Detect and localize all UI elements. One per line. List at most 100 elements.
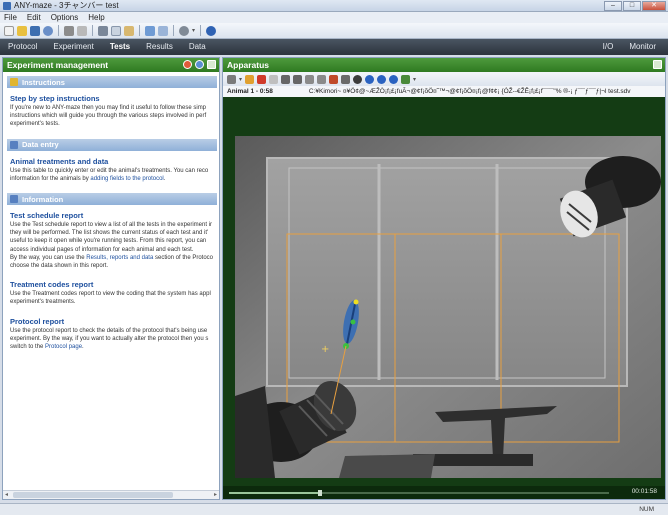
copy-icon[interactable] [111,25,121,36]
item-text: Use this table to quickly enter or edit … [10,167,209,174]
forward-icon[interactable] [377,74,387,84]
toolbar-separator [139,25,140,36]
print-icon[interactable] [64,25,74,36]
tab-io[interactable]: I/O [595,39,622,55]
num-lock-indicator: NUM [639,506,654,513]
tab-data[interactable]: Data [181,39,214,55]
tab-monitor[interactable]: Monitor [621,39,664,55]
print-preview-icon[interactable] [77,25,87,36]
chevron-down-icon[interactable]: ▾ [413,76,416,83]
menu-options[interactable]: Options [51,13,79,22]
window-icon[interactable] [207,60,216,69]
chevron-down-icon[interactable]: ▾ [239,76,242,83]
treatment-codes-link[interactable]: Treatment codes report [10,280,215,289]
menu-edit[interactable]: Edit [27,13,41,22]
window-title: ANY-maze - 3チャンバー test [14,1,119,10]
record-icon[interactable] [269,74,279,84]
open-icon[interactable] [17,25,27,36]
video-time: 00:01:58 [631,488,657,495]
move-icon[interactable] [305,74,315,84]
tab-results[interactable]: Results [138,39,181,55]
item-text: experiment's treatments. [10,299,76,306]
stop-icon[interactable] [257,74,267,84]
progress-knob[interactable] [318,490,323,496]
play-icon[interactable] [227,74,236,84]
skip-icon[interactable] [389,74,399,84]
save-icon[interactable] [30,25,40,36]
refresh-icon[interactable] [401,74,411,84]
record-icon[interactable] [353,74,363,84]
cut-icon[interactable] [98,25,108,36]
item-text: switch to the Protocol page. [10,343,215,351]
item-text: Use the Test schedule report to view a l… [10,222,212,229]
test-schedule-link[interactable]: Test schedule report [10,211,215,220]
camera-icon[interactable] [341,74,351,84]
experiment-management-pane: Experiment management Instructions Step … [2,57,220,500]
paste-icon[interactable] [124,25,134,36]
file-path: C:¥Kimori~ ¤¥Ö¢@~ÆŽÒ¡f¡£¡fuÃ¬@¢f¡õÖ¤˜™¬@… [308,88,631,95]
report-icon[interactable] [145,25,155,36]
list-item: Step by step instructions If you're new … [10,94,215,129]
scroll-right-icon[interactable]: ▸ [214,491,217,498]
info-icon[interactable] [195,60,204,69]
animal-label: Animal 1 - 0:58 [227,88,273,95]
video-progress-bar[interactable]: 00:01:58 [223,486,665,499]
crosshair-icon[interactable] [317,74,327,84]
add-fields-link[interactable]: adding fields to the protocol [90,176,163,182]
refresh-icon[interactable] [183,60,192,69]
section-header-instructions[interactable]: Instructions [7,76,217,88]
lightbulb-icon [10,78,18,86]
pane-header-icons [183,60,216,69]
new-icon[interactable] [4,25,14,36]
protocol-page-link[interactable]: Protocol page [45,344,82,350]
pane-title: Apparatus [227,60,270,70]
section-header-information[interactable]: Information [7,193,217,206]
minimize-button[interactable]: ‒ [604,1,622,11]
arena-video: + [235,136,661,478]
window-icon[interactable] [653,60,662,69]
shadow-bottom [339,454,435,478]
help-icon[interactable] [206,25,217,36]
export-icon[interactable] [158,25,168,36]
menu-file[interactable]: File [4,13,17,22]
scrollbar-thumb[interactable] [13,492,173,498]
toolbar-separator [58,25,59,36]
tab-experiment[interactable]: Experiment [45,39,101,55]
undo-icon[interactable] [281,74,291,84]
tab-tests[interactable]: Tests [102,39,138,55]
item-text: choose the data shown in this report. [10,263,109,270]
settings-icon[interactable] [179,25,189,36]
list-item: Protocol report Use the protocol report … [10,317,215,352]
animal-treatments-link[interactable]: Animal treatments and data [10,157,215,166]
protocol-report-link[interactable]: Protocol report [10,317,215,326]
apparatus-pane: Apparatus ▾ ▾ Animal 1 - 0:58 C:¥Kimori~… [222,57,666,500]
toolbar-separator [200,25,202,36]
item-text: By the way, you can use the Results, rep… [10,254,215,262]
maximize-button[interactable]: □ [623,1,641,11]
horizontal-scrollbar[interactable]: ◂ ▸ [3,490,219,499]
item-text-part: By the way, you can use the [10,254,87,261]
tab-protocol[interactable]: Protocol [0,39,45,55]
edit-icon [10,140,18,149]
status-bar: NUM [0,503,668,515]
scroll-left-icon[interactable]: ◂ [5,491,8,498]
pause-icon[interactable] [245,74,255,84]
item-text-part: information for the animals by [10,175,91,182]
step-by-step-link[interactable]: Step by step instructions [10,94,215,103]
pane-title: Experiment management [7,60,109,70]
link-icon[interactable] [43,25,53,36]
rewind-icon[interactable] [365,74,375,84]
nav-right: I/O Monitor [595,39,664,55]
marker-icon[interactable] [329,74,339,84]
chevron-down-icon[interactable]: ▾ [192,27,195,34]
video-view[interactable]: + [235,136,661,478]
results-reports-link[interactable]: Results, reports and data [86,255,153,261]
item-text-part: section of the Protoco [153,254,214,261]
menu-help[interactable]: Help [88,13,104,22]
redo-icon[interactable] [293,74,303,84]
apparatus-toolbar: ▾ ▾ [223,72,665,86]
close-button[interactable]: ✕ [642,1,666,11]
progress-fill [229,492,321,494]
section-header-data-entry[interactable]: Data entry [7,138,217,151]
progress-track[interactable] [229,490,609,496]
